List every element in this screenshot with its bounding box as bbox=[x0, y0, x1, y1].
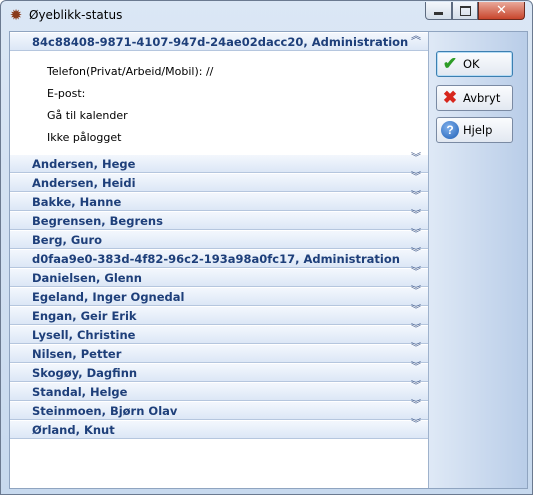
maximize-button[interactable] bbox=[452, 2, 478, 20]
group-header[interactable]: Steinmoen, Bjørn Olav ︾ bbox=[10, 401, 428, 420]
expand-chevron-icon[interactable]: ︾ bbox=[410, 287, 422, 304]
contact-group-list: 84c88408-9871-4107-947d-24ae02dacc20, Ad… bbox=[10, 32, 429, 488]
group-title: Lysell, Christine bbox=[32, 328, 136, 342]
expand-chevron-icon[interactable]: ︾ bbox=[410, 401, 422, 418]
red-x-icon: ✖ bbox=[442, 88, 458, 107]
group-details: Telefon(Privat/Arbeid/Mobil): // E-post:… bbox=[10, 51, 428, 154]
group-header[interactable]: Andersen, Hege ︾ bbox=[10, 154, 428, 173]
collapse-chevron-icon[interactable]: ︽ bbox=[410, 32, 422, 49]
group-header[interactable]: Bakke, Hanne ︾ bbox=[10, 192, 428, 211]
group-title: Nilsen, Petter bbox=[32, 347, 122, 361]
group-title: Begrensen, Begrens bbox=[32, 214, 163, 228]
group-header[interactable]: Nilsen, Petter ︾ bbox=[10, 344, 428, 363]
group-header[interactable]: Danielsen, Glenn ︾ bbox=[10, 268, 428, 287]
help-icon: ? bbox=[441, 121, 459, 139]
group-header-expanded[interactable]: 84c88408-9871-4107-947d-24ae02dacc20, Ad… bbox=[10, 32, 428, 51]
dialog-window: ✹ Øyeblikk-status ✕ 84c88408-9871-4107-9… bbox=[0, 0, 533, 495]
group-header[interactable]: Standal, Helge ︾ bbox=[10, 382, 428, 401]
group-header[interactable]: Begrensen, Begrens ︾ bbox=[10, 211, 428, 230]
calendar-link[interactable]: Gå til kalender bbox=[47, 109, 128, 122]
minimize-button[interactable] bbox=[425, 2, 452, 20]
collapsed-groups: Andersen, Hege ︾ Andersen, Heidi ︾ Bakke, Ha… bbox=[10, 154, 428, 439]
group-title: Egeland, Inger Ognedal bbox=[32, 290, 185, 304]
expand-chevron-icon[interactable]: ︾ bbox=[410, 230, 422, 247]
expand-chevron-icon[interactable]: ︾ bbox=[410, 154, 422, 171]
maximize-icon bbox=[459, 5, 471, 16]
expand-chevron-icon[interactable]: ︾ bbox=[410, 173, 422, 190]
expand-chevron-icon[interactable]: ︾ bbox=[410, 268, 422, 285]
group-title: Danielsen, Glenn bbox=[32, 271, 142, 285]
expand-chevron-icon[interactable]: ︾ bbox=[410, 344, 422, 361]
group-title: Skogøy, Dagfinn bbox=[32, 366, 138, 380]
group-title: Andersen, Hege bbox=[32, 157, 136, 171]
expand-chevron-icon[interactable]: ︾ bbox=[410, 211, 422, 228]
help-label: Hjelp bbox=[463, 123, 493, 137]
gear-emblem-icon: ✹ bbox=[9, 7, 23, 24]
group-header[interactable]: Skogøy, Dagfinn ︾ bbox=[10, 363, 428, 382]
group-header[interactable]: Engan, Geir Erik ︾ bbox=[10, 306, 428, 325]
cancel-button[interactable]: ✖ Avbryt bbox=[436, 85, 513, 111]
expand-chevron-icon[interactable]: ︾ bbox=[410, 192, 422, 209]
group-header[interactable]: Lysell, Christine ︾ bbox=[10, 325, 428, 344]
minimize-icon bbox=[434, 12, 443, 15]
group-title: Ørland, Knut bbox=[32, 423, 115, 437]
action-sidebar: ✔ OK ✖ Avbryt ? Hjelp bbox=[429, 32, 527, 488]
close-button[interactable]: ✕ bbox=[478, 2, 525, 20]
ok-label: OK bbox=[463, 57, 480, 71]
email-label: E-post: bbox=[47, 87, 86, 100]
group-header[interactable]: Egeland, Inger Ognedal ︾ bbox=[10, 287, 428, 306]
group-header[interactable]: d0faa9e0-383d-4f82-96c2-193a98a0fc17, Ad… bbox=[10, 249, 428, 268]
close-icon: ✕ bbox=[496, 3, 507, 18]
group-title: Berg, Guro bbox=[32, 233, 103, 247]
help-button[interactable]: ? Hjelp bbox=[436, 117, 513, 143]
group-title: Engan, Geir Erik bbox=[32, 309, 137, 323]
group-title: Bakke, Hanne bbox=[32, 195, 122, 209]
group-title: Andersen, Heidi bbox=[32, 176, 136, 190]
group-header[interactable]: Andersen, Heidi ︾ bbox=[10, 173, 428, 192]
expand-chevron-icon[interactable]: ︾ bbox=[410, 249, 422, 266]
title-bar[interactable]: ✹ Øyeblikk-status ✕ bbox=[1, 1, 532, 31]
group-title: Standal, Helge bbox=[32, 385, 128, 399]
expand-chevron-icon[interactable]: ︾ bbox=[410, 306, 422, 323]
expand-chevron-icon[interactable]: ︾ bbox=[410, 382, 422, 399]
group-title: d0faa9e0-383d-4f82-96c2-193a98a0fc17, Ad… bbox=[32, 252, 400, 266]
expand-chevron-icon[interactable]: ︾ bbox=[410, 363, 422, 380]
group-header[interactable]: Ørland, Knut ︾ bbox=[10, 420, 428, 439]
group-header[interactable]: Berg, Guro ︾ bbox=[10, 230, 428, 249]
window-title: Øyeblikk-status bbox=[29, 8, 123, 22]
expand-chevron-icon[interactable]: ︾ bbox=[410, 325, 422, 342]
phone-label: Telefon(Privat/Arbeid/Mobil): // bbox=[47, 65, 214, 78]
group-title: 84c88408-9871-4107-947d-24ae02dacc20, Ad… bbox=[32, 35, 409, 49]
cancel-label: Avbryt bbox=[463, 91, 501, 105]
login-status: Ikke pålogget bbox=[47, 131, 122, 144]
ok-button[interactable]: ✔ OK bbox=[436, 51, 513, 77]
checkmark-icon: ✔ bbox=[442, 54, 458, 73]
client-area: 84c88408-9871-4107-947d-24ae02dacc20, Ad… bbox=[9, 31, 528, 489]
group-title: Steinmoen, Bjørn Olav bbox=[32, 404, 178, 418]
expand-chevron-icon[interactable]: ︾ bbox=[410, 420, 422, 437]
